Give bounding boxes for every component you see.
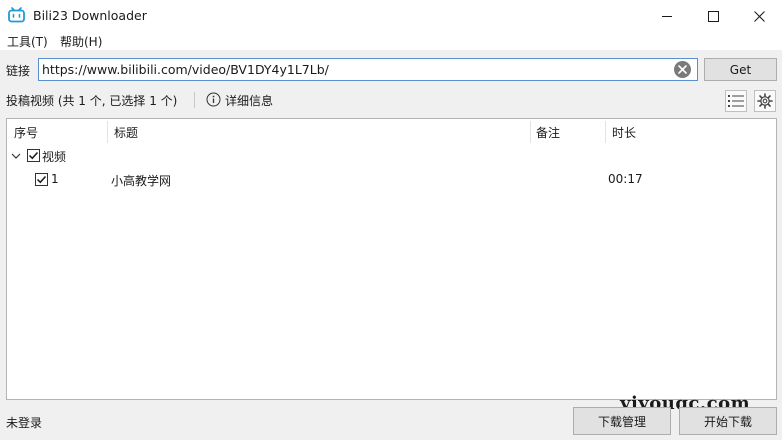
close-button[interactable]: [736, 0, 782, 32]
menu-help[interactable]: 帮助(H): [60, 33, 102, 50]
group-row[interactable]: 视频: [7, 146, 776, 166]
column-separator[interactable]: [530, 121, 531, 143]
list-view-button[interactable]: [725, 90, 747, 112]
group-checkbox[interactable]: [27, 149, 40, 162]
detail-info-link[interactable]: 详细信息: [225, 92, 273, 109]
row-duration: 00:17: [608, 172, 643, 186]
info-circle-icon[interactable]: [206, 92, 221, 107]
row-checkbox[interactable]: [35, 173, 48, 186]
video-summary: 投稿视频 (共 1 个, 已选择 1 个): [6, 94, 178, 108]
window-title: Bili23 Downloader: [33, 8, 147, 23]
close-icon: [753, 10, 765, 22]
list-icon: [728, 95, 744, 107]
minimize-button[interactable]: [644, 0, 690, 32]
divider: [194, 92, 195, 108]
column-header-duration[interactable]: 时长: [612, 119, 636, 145]
clear-circle-icon: [678, 65, 687, 74]
start-download-button[interactable]: 开始下载: [679, 407, 777, 435]
column-separator[interactable]: [605, 121, 606, 143]
gear-icon: [757, 93, 773, 109]
url-label: 链接: [6, 64, 31, 78]
row-title: 小高教学网: [111, 174, 172, 188]
table-row[interactable]: 1 小高教学网 00:17: [7, 170, 776, 190]
bilibili-tv-icon: [8, 7, 25, 23]
group-label: 视频: [42, 150, 67, 164]
settings-button[interactable]: [754, 90, 776, 112]
column-header-index[interactable]: 序号: [14, 119, 38, 145]
get-button[interactable]: Get: [704, 58, 777, 81]
login-status: 未登录: [6, 416, 43, 430]
check-icon: [36, 175, 47, 184]
video-list[interactable]: 序号 标题 备注 时长 视频 1 小高教学网 00:17: [6, 118, 777, 400]
column-separator[interactable]: [107, 121, 108, 143]
column-header-note[interactable]: 备注: [536, 119, 560, 145]
main-panel: 链接 Get 投稿视频 (共 1 个, 已选择 1 个) 详细信息: [0, 50, 782, 440]
check-icon: [28, 151, 39, 160]
maximize-icon: [707, 10, 719, 22]
url-field: [38, 58, 698, 81]
row-index: 1: [51, 172, 59, 186]
maximize-button[interactable]: [690, 0, 736, 32]
menu-bar: 工具(T) 帮助(H): [0, 32, 782, 50]
minimize-icon: [661, 15, 672, 17]
download-manager-button[interactable]: 下载管理: [573, 407, 671, 435]
url-input[interactable]: [42, 59, 670, 80]
menu-tools[interactable]: 工具(T): [7, 33, 48, 50]
title-bar: Bili23 Downloader: [0, 0, 782, 32]
info-bar: 投稿视频 (共 1 个, 已选择 1 个) 详细信息: [0, 90, 782, 112]
column-header-title[interactable]: 标题: [114, 119, 138, 145]
chevron-down-icon[interactable]: [11, 151, 21, 161]
clear-url-button[interactable]: [674, 61, 691, 78]
